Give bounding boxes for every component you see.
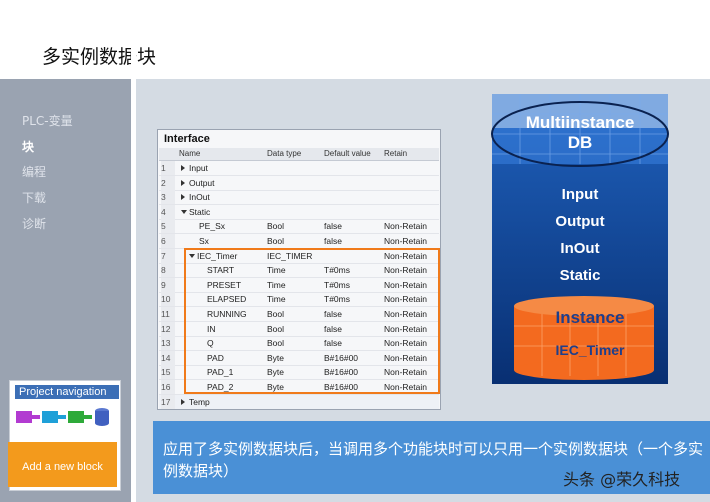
- watermark: 头条 @荣久科技: [563, 470, 681, 489]
- iec-timer-highlight: [184, 248, 440, 394]
- row-name: Output: [189, 177, 215, 188]
- header-retain: Retain: [384, 149, 408, 158]
- row-number: 13: [161, 336, 175, 351]
- table-row[interactable]: 2 Output: [159, 175, 439, 191]
- row-number: 11: [161, 307, 175, 321]
- db-section-input: Input: [562, 186, 599, 203]
- expand-right-icon[interactable]: [181, 194, 185, 201]
- row-default: false: [324, 221, 342, 232]
- expand-right-icon[interactable]: [181, 179, 185, 186]
- row-number: 4: [161, 204, 175, 219]
- row-name: InOut: [189, 192, 210, 203]
- table-row[interactable]: 1 Input: [159, 161, 439, 176]
- table-row[interactable]: 5 PE_Sx Bool false Non-Retain: [159, 219, 439, 235]
- row-retain: Non-Retain: [384, 236, 427, 246]
- row-number: 5: [161, 219, 175, 234]
- row-number: 10: [161, 292, 175, 307]
- row-type: Bool: [267, 221, 285, 232]
- row-name: PE_Sx: [199, 221, 225, 232]
- row-number: 9: [161, 277, 175, 292]
- row-name: Static: [189, 206, 211, 217]
- row-retain: Non-Retain: [384, 221, 427, 232]
- expand-down-icon[interactable]: [181, 209, 187, 214]
- row-number: 12: [161, 321, 175, 336]
- sidebar-item-diagnostics[interactable]: 诊断: [22, 215, 46, 232]
- instance-base: [514, 360, 654, 380]
- row-name: Sx: [199, 236, 209, 246]
- multiinstance-db-diagram: Multiinstance DB Input Output InOut Stat…: [491, 94, 669, 384]
- header-name: Name: [179, 149, 201, 158]
- interface-header: Name Data type Default value Retain: [159, 148, 439, 161]
- page-title: 多实例数据块: [42, 46, 157, 68]
- row-number: 8: [161, 263, 175, 278]
- sidebar-item-download[interactable]: 下载: [22, 189, 46, 206]
- row-number: 3: [161, 190, 175, 205]
- row-name: Temp: [189, 396, 210, 407]
- table-row[interactable]: 17 Temp: [159, 394, 439, 409]
- db-section-output: Output: [555, 213, 604, 230]
- row-type: Bool: [267, 236, 285, 246]
- expand-right-icon[interactable]: [181, 398, 185, 405]
- sidebar-item-programming[interactable]: 编程: [22, 163, 46, 180]
- block-chain-icon: [16, 408, 109, 426]
- row-name: Input: [189, 163, 208, 173]
- add-new-block-button[interactable]: Add a new block: [8, 442, 117, 487]
- table-row[interactable]: 3 InOut: [159, 190, 439, 206]
- sidebar-item-blocks[interactable]: 块: [22, 138, 34, 155]
- row-number: 16: [161, 380, 175, 394]
- table-row[interactable]: 6 Sx Bool false Non-Retain: [159, 234, 439, 249]
- row-number: 15: [161, 365, 175, 380]
- row-number: 2: [161, 175, 175, 190]
- db-title-line2: DB: [568, 133, 593, 152]
- table-row[interactable]: 4 Static: [159, 204, 439, 220]
- instance-title: Instance: [556, 308, 625, 327]
- row-number: 6: [161, 234, 175, 248]
- project-navigation-title: Project navigation: [15, 385, 119, 399]
- row-default: false: [324, 236, 342, 246]
- row-number: 1: [161, 161, 175, 175]
- interface-title: Interface: [164, 133, 210, 145]
- db-section-inout: InOut: [560, 240, 599, 257]
- row-number: 17: [161, 394, 175, 409]
- sidebar-item-plc-tags[interactable]: PLC-变量: [22, 112, 73, 129]
- expand-right-icon[interactable]: [181, 165, 185, 171]
- header-default: Default value: [324, 149, 371, 158]
- row-number: 14: [161, 350, 175, 365]
- header-type: Data type: [267, 149, 302, 158]
- row-number: 7: [161, 248, 175, 263]
- db-section-static: Static: [560, 267, 601, 284]
- db-title-line1: Multiinstance: [526, 113, 635, 132]
- instance-sub: IEC_Timer: [556, 342, 626, 358]
